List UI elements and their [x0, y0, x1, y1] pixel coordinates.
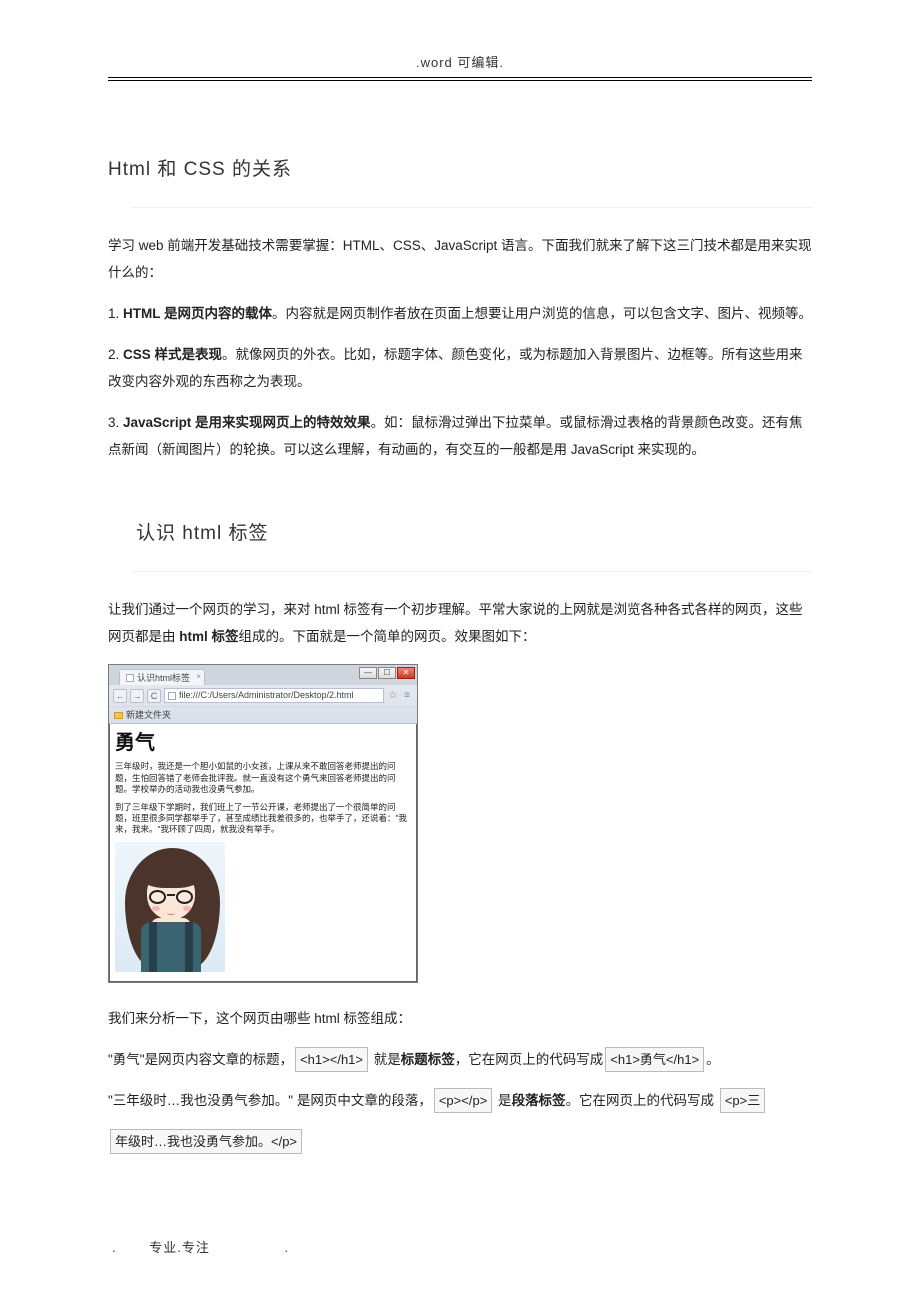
star-icon[interactable]: ☆ — [387, 690, 399, 702]
li2-prefix: 2. — [108, 347, 123, 362]
tab-close-icon[interactable]: × — [196, 672, 201, 683]
window-close-button[interactable]: ✕ — [397, 667, 415, 679]
h1-code-chip: <h1>勇气</h1> — [605, 1047, 704, 1072]
sample-para-2: 到了三年级下学期时，我们班上了一节公开课，老师提出了一个很简单的问题，班里很多同… — [115, 802, 411, 836]
list-item-2: 2. CSS 样式是表现。就像网页的外衣。比如，标题字体、颜色变化，或为标题加入… — [108, 341, 812, 395]
p3d: 。 — [706, 1052, 720, 1067]
s2-analysis: 我们来分析一下，这个网页由哪些 html 标签组成： — [108, 1005, 812, 1032]
p3b: 就是 — [370, 1052, 401, 1067]
p-code-chip-1: <p>三 — [720, 1088, 765, 1113]
page-footer: . 专业.专注 . — [108, 1237, 289, 1256]
file-icon — [168, 692, 176, 700]
p3-bold: 标题标签 — [401, 1052, 455, 1067]
sample-para-1: 三年级时，我还是一个胆小如鼠的小女孩，上课从来不敢回答老师提出的问题，生怕回答错… — [115, 761, 411, 795]
tab-title: 认识html标签 — [137, 672, 190, 684]
li1-prefix: 1. — [108, 306, 123, 321]
page-header: .word 可编辑. — [0, 0, 920, 71]
nav-reload-button[interactable]: C — [147, 689, 161, 703]
s2-p-explain: "三年级时…我也没勇气参加。" 是网页中文章的段落，<p></p> 是段落标签。… — [108, 1087, 812, 1114]
li2-bold: CSS 样式是表现 — [123, 347, 222, 362]
p3c: ，它在网页上的代码写成 — [455, 1052, 604, 1067]
bookmark-folder[interactable]: 新建文件夹 — [126, 709, 171, 721]
section-divider-2 — [132, 571, 812, 572]
section-title-html-tags: 认识 html 标签 — [108, 515, 812, 553]
li1-rest: 。内容就是网页制作者放在页面上想要让用户浏览的信息，可以包含文字、图片、视频等。 — [272, 306, 812, 321]
nav-forward-button[interactable]: → — [130, 689, 144, 703]
address-bar[interactable]: file:///C:/Users/Administrator/Desktop/2… — [164, 688, 384, 703]
p4-bold: 段落标签 — [512, 1093, 566, 1108]
footer-right-dot: . — [285, 1240, 290, 1255]
browser-toolbar: ← → C file:///C:/Users/Administrator/Des… — [109, 685, 417, 706]
s2-intro-c: 组成的。下面就是一个简单的网页。效果图如下： — [239, 629, 536, 644]
browser-tabstrip: 认识html标签 × — ☐ ✕ — [109, 665, 417, 685]
s2-p-explain-line2: 年级时…我也没勇气参加。</p> — [108, 1128, 812, 1155]
list-item-1: 1. HTML 是网页内容的载体。内容就是网页制作者放在页面上想要让用户浏览的信… — [108, 300, 812, 327]
document-body: Html 和 CSS 的关系 学习 web 前端开发基础技术需要掌握：HTML、… — [0, 81, 920, 1155]
li1-bold: HTML 是网页内容的载体 — [123, 306, 272, 321]
browser-viewport: 勇气 三年级时，我还是一个胆小如鼠的小女孩，上课从来不敢回答老师提出的问题，生怕… — [109, 724, 417, 982]
menu-icon[interactable]: ≡ — [401, 690, 413, 702]
footer-center: 专业.专注 — [149, 1240, 210, 1255]
p4c: 。它在网页上的代码写成 — [566, 1093, 718, 1108]
sample-page-title: 勇气 — [115, 730, 411, 757]
p4b: 是 — [494, 1093, 511, 1108]
tab-favicon-icon — [126, 674, 134, 682]
s2-h1-explain: "勇气"是网页内容文章的标题，<h1></h1> 就是标题标签，它在网页上的代码… — [108, 1046, 812, 1073]
intro-paragraph: 学习 web 前端开发基础技术需要掌握：HTML、CSS、JavaScript … — [108, 232, 812, 286]
footer-left-dot: . — [112, 1240, 117, 1255]
page-header-text: .word 可编辑. — [416, 55, 504, 70]
p-code-chip-2: 年级时…我也没勇气参加。</p> — [110, 1129, 302, 1154]
browser-tab[interactable]: 认识html标签 × — [119, 669, 205, 685]
p3a: "勇气"是网页内容文章的标题， — [108, 1052, 293, 1067]
nav-back-button[interactable]: ← — [113, 689, 127, 703]
s2-intro-bold: html 标签 — [179, 629, 238, 644]
s2-intro: 让我们通过一个网页的学习，来对 html 标签有一个初步理解。平常大家说的上网就… — [108, 596, 812, 650]
p-tag-chip: <p></p> — [434, 1088, 492, 1113]
li3-prefix: 3. — [108, 415, 123, 430]
browser-chrome: 认识html标签 × — ☐ ✕ ← → C file:///C:/Users/… — [109, 665, 417, 724]
li3-bold: JavaScript 是用来实现网页上的特效效果 — [123, 415, 371, 430]
h1-tag-chip: <h1></h1> — [295, 1047, 368, 1072]
url-text: file:///C:/Users/Administrator/Desktop/2… — [179, 689, 354, 701]
window-controls: — ☐ ✕ — [359, 667, 415, 679]
section-divider — [132, 207, 812, 208]
bookmarks-bar: 新建文件夹 — [109, 706, 417, 723]
p4a: "三年级时…我也没勇气参加。" 是网页中文章的段落， — [108, 1093, 432, 1108]
list-item-3: 3. JavaScript 是用来实现网页上的特效效果。如：鼠标滑过弹出下拉菜单… — [108, 409, 812, 463]
folder-icon — [114, 712, 123, 719]
embedded-browser-window: 认识html标签 × — ☐ ✕ ← → C file:///C:/Users/… — [108, 664, 418, 983]
window-minimize-button[interactable]: — — [359, 667, 377, 679]
sample-image — [115, 842, 225, 972]
window-maximize-button[interactable]: ☐ — [378, 667, 396, 679]
section-title-html-css: Html 和 CSS 的关系 — [108, 151, 812, 189]
